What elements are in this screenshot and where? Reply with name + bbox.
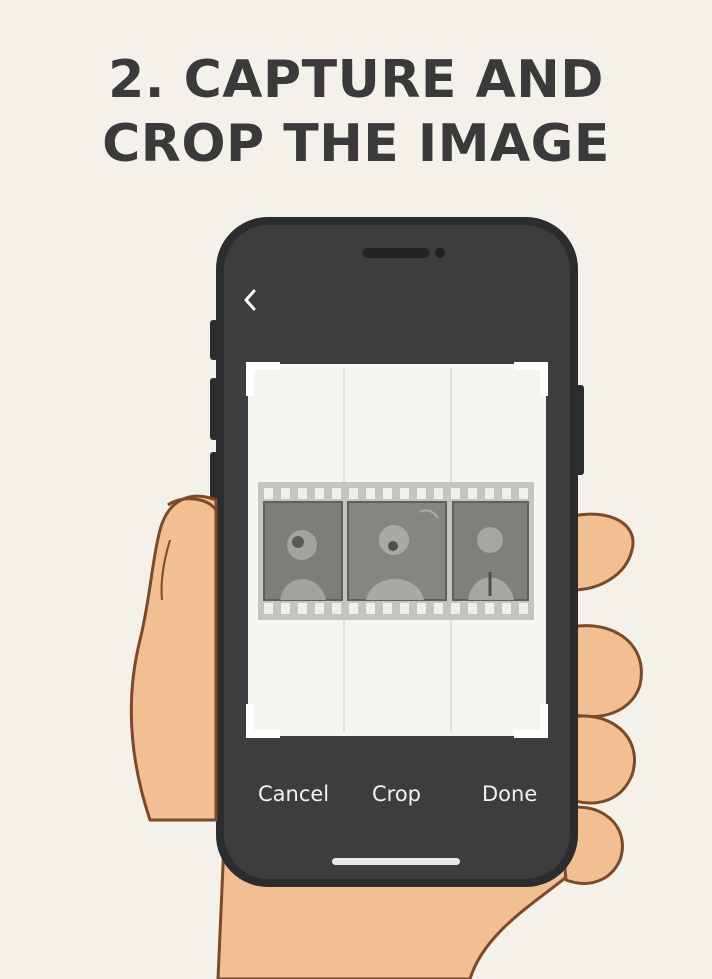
back-button[interactable]: [236, 284, 264, 316]
cancel-button[interactable]: Cancel: [258, 776, 329, 812]
film-frame-1: [263, 501, 343, 601]
film-strip: [258, 482, 534, 620]
done-button[interactable]: Done: [482, 776, 537, 812]
crop-action-bar: Cancel Crop Done: [230, 776, 566, 812]
film-frame-3: [452, 501, 529, 601]
film-frame-2: [347, 501, 447, 601]
crop-button[interactable]: Crop: [372, 776, 421, 812]
crop-area: [246, 362, 548, 738]
hand-thumb: [129, 494, 218, 822]
chevron-left-icon: [244, 289, 256, 311]
phone-scene: [129, 217, 643, 979]
front-camera: [435, 248, 445, 258]
speaker-grille: [362, 248, 430, 258]
home-indicator: [332, 858, 460, 865]
